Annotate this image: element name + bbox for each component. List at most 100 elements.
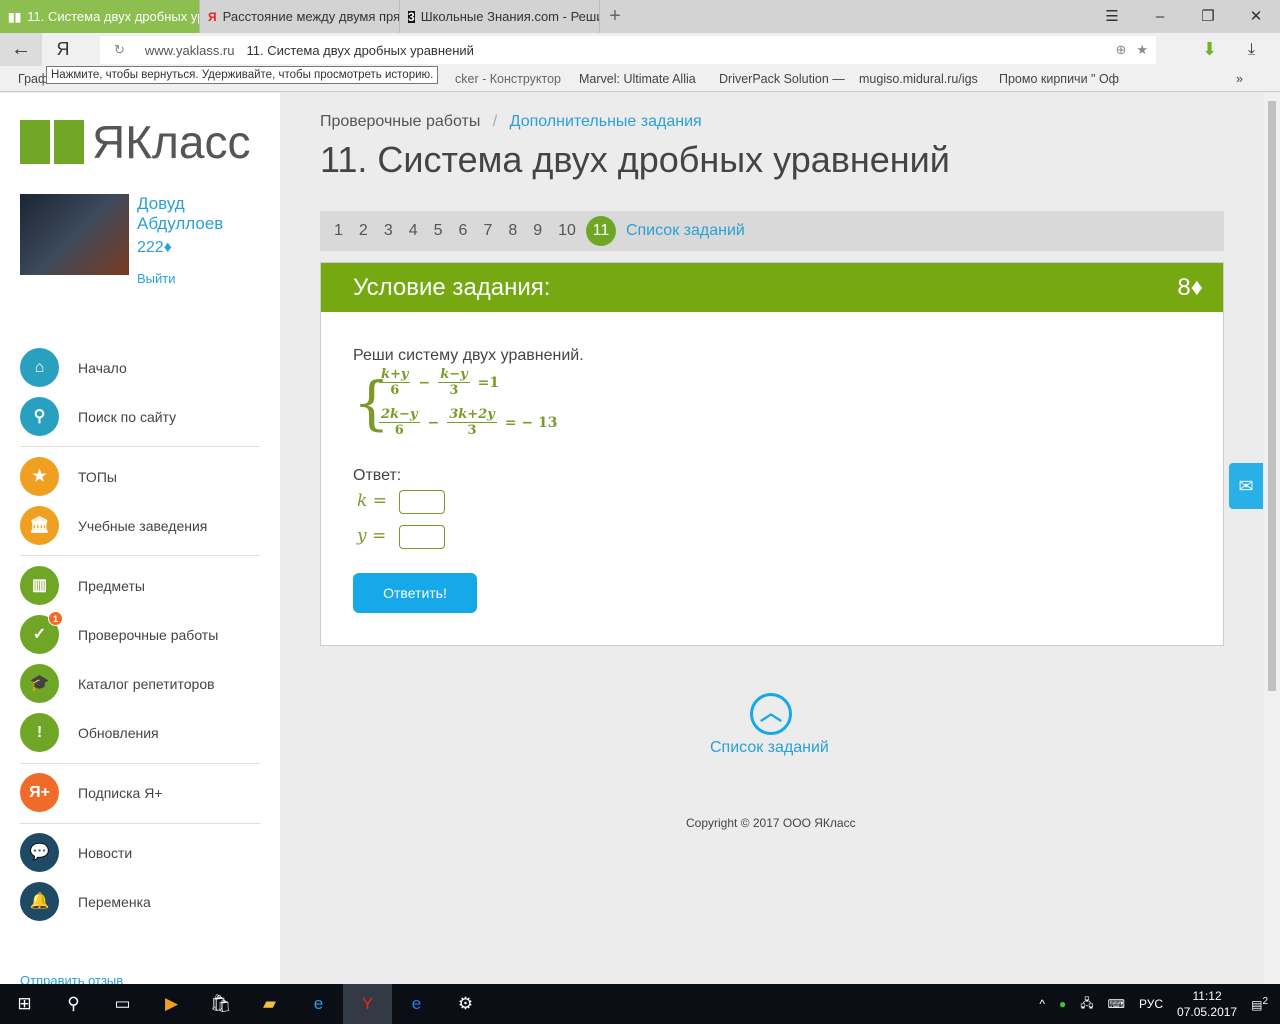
bookmark-star-icon[interactable]: ★ [1136, 42, 1148, 58]
page-link[interactable]: 10 [558, 222, 576, 240]
sidebar-item-icon: ! [20, 713, 59, 752]
page-link[interactable]: 9 [533, 222, 542, 240]
new-tab-button[interactable]: + [600, 0, 630, 33]
book-icon: ▮▮ [8, 9, 22, 24]
bookmark[interactable]: Marvel: Ultimate Allia [579, 72, 696, 86]
task-points: 8♦ [1177, 273, 1203, 301]
protect-icon[interactable]: ⊕ [1115, 42, 1126, 58]
avatar[interactable] [20, 194, 129, 275]
bookmark[interactable]: Граф [18, 72, 48, 86]
sidebar-item-label: Предметы [78, 577, 145, 594]
sidebar-item[interactable]: Я+ Подписка Я+ [20, 773, 260, 812]
store-icon[interactable]: 🛍 [196, 984, 245, 1024]
page-title: 11. Система двух дробных уравнений [320, 139, 950, 180]
mail-feedback-icon[interactable]: ✉ [1229, 463, 1263, 509]
downloads-icon[interactable]: ⤓ [1248, 41, 1255, 59]
network-icon[interactable]: 🖧 [1080, 994, 1093, 1015]
var-k-label: k = [357, 491, 387, 511]
menu-icon[interactable]: ☰ [1088, 0, 1136, 33]
page-link[interactable]: 7 [483, 222, 492, 240]
task-pager: 1 2 3 4 5 6 7 8 9 10 11 Список заданий [320, 211, 1224, 251]
sidebar-item[interactable]: 💬 Новости [20, 833, 260, 872]
yandex-button[interactable]: Я [42, 39, 84, 60]
sidebar-item[interactable]: ▥ Предметы [20, 566, 260, 605]
battery-icon[interactable]: ● [1059, 997, 1066, 1011]
bookmark[interactable]: mugiso.midural.ru/igs [859, 72, 978, 86]
notifications-icon[interactable]: ▤2 [1251, 996, 1268, 1012]
reload-icon[interactable]: ↻ [114, 42, 125, 58]
page-link[interactable]: 4 [409, 222, 418, 240]
sidebar-item-label: Начало [78, 359, 127, 376]
scrollbar[interactable] [1264, 93, 1280, 984]
sidebar-item[interactable]: ⚲ Поиск по сайту [20, 397, 260, 436]
close-window-button[interactable]: ✕ [1232, 0, 1280, 33]
user-points: 222♦ [137, 239, 172, 256]
bookmark[interactable]: DriverPack Solution — [719, 72, 845, 86]
address-field[interactable]: ↻ www.yaklass.ru 11. Система двух дробны… [100, 36, 1156, 64]
bookmark[interactable]: Промо кирпичи " Оф [999, 72, 1119, 86]
submit-button[interactable]: Ответить! [353, 573, 477, 613]
sidebar-item-icon: ⌂ [20, 348, 59, 387]
user-name[interactable]: Довуд Абдуллоев [137, 194, 223, 234]
tab-yandex[interactable]: ЯРасстояние между двумя прямыми [200, 0, 400, 33]
yandex-icon: Я [208, 9, 217, 24]
sidebar-item[interactable]: ⌂ Начало [20, 348, 260, 387]
sidebar-item[interactable]: 🎓 Каталог репетиторов [20, 664, 260, 703]
sidebar-item-label: Проверочные работы [78, 626, 219, 643]
page-link[interactable]: 6 [459, 222, 468, 240]
sidebar-item-icon: 💬 [20, 833, 59, 872]
page-link[interactable]: 5 [434, 222, 443, 240]
more-bookmarks-button[interactable]: » [1236, 72, 1243, 86]
sidebar-item-label: Новости [78, 844, 133, 861]
address-bar-row: ← Я ↻ www.yaklass.ru 11. Система двух др… [0, 33, 1280, 66]
start-button[interactable]: ⊞ [0, 984, 49, 1024]
sidebar-item-label: Каталог репетиторов [78, 675, 215, 692]
clock[interactable]: 11:12 07.05.2017 [1177, 988, 1237, 1020]
minimize-button[interactable]: – [1136, 0, 1184, 33]
ie-icon[interactable]: e [294, 984, 343, 1024]
page-link[interactable]: 1 [334, 222, 343, 240]
back-button[interactable]: ← [0, 33, 42, 66]
sidebar-item[interactable]: 🏛 Учебные заведения [20, 506, 260, 545]
language[interactable]: РУС [1139, 997, 1163, 1011]
breadcrumb-extra[interactable]: Дополнительные задания [510, 113, 702, 130]
edge-icon[interactable]: e [392, 984, 441, 1024]
current-page: 11 [585, 216, 616, 246]
media-player-icon[interactable]: ▶ [147, 984, 196, 1024]
sidebar-item[interactable]: ★ ТОПы [20, 457, 260, 496]
sidebar-item-label: Подписка Я+ [78, 784, 163, 801]
equation-2: 2k−y 6−3k+2y 3 = − 13 [379, 407, 558, 438]
sidebar-item[interactable]: ✓ 1 Проверочные работы [20, 611, 260, 654]
keyboard-icon[interactable]: ⌨ [1108, 997, 1125, 1011]
sidebar-item-label: Учебные заведения [78, 517, 208, 534]
bookmark[interactable]: cker - Конструктор [455, 72, 561, 86]
tray-chevron-icon[interactable]: ^ [1039, 997, 1045, 1011]
k-input[interactable] [399, 490, 445, 514]
task-list-link[interactable]: Список заданий [710, 739, 829, 757]
tab-znanija[interactable]: 3 Школьные Знания.com - Реши [400, 0, 600, 33]
y-input[interactable] [399, 525, 445, 549]
chevron-up-icon[interactable]: ︿ [750, 693, 792, 735]
sidebar-item-icon: 🔔 [20, 882, 59, 921]
task-card: Условие задания: 8♦ Реши систему двух ура… [320, 262, 1224, 646]
tab-yaklass[interactable]: ▮▮11. Система двух дробных уравнений✕ [0, 0, 200, 33]
breadcrumb-tests[interactable]: Проверочные работы [320, 113, 480, 130]
task-list-link[interactable]: Список заданий [626, 222, 745, 240]
page-link[interactable]: 8 [508, 222, 517, 240]
task-view-icon[interactable]: ▭ [98, 984, 147, 1024]
search-icon[interactable]: ⚲ [49, 984, 98, 1024]
restore-button[interactable]: ❐ [1184, 0, 1232, 33]
yandex-browser-icon[interactable]: Y [343, 984, 392, 1024]
page-link[interactable]: 2 [359, 222, 368, 240]
settings-icon[interactable]: ⚙ [441, 984, 490, 1024]
file-explorer-icon[interactable]: ▰ [245, 984, 294, 1024]
yaklass-logo[interactable]: ЯКласс [20, 115, 250, 169]
download-extension-icon[interactable]: ⬇ [1202, 39, 1217, 60]
sidebar-item[interactable]: ! Обновления [20, 713, 260, 752]
breadcrumb: Проверочные работы / Дополнительные зада… [320, 113, 702, 130]
sidebar-item[interactable]: 🔔 Переменка [20, 882, 260, 921]
divider [20, 763, 260, 764]
sidebar-item-icon: 🏛 [20, 506, 59, 545]
page-link[interactable]: 3 [384, 222, 393, 240]
logout-link[interactable]: Выйти [137, 271, 176, 286]
